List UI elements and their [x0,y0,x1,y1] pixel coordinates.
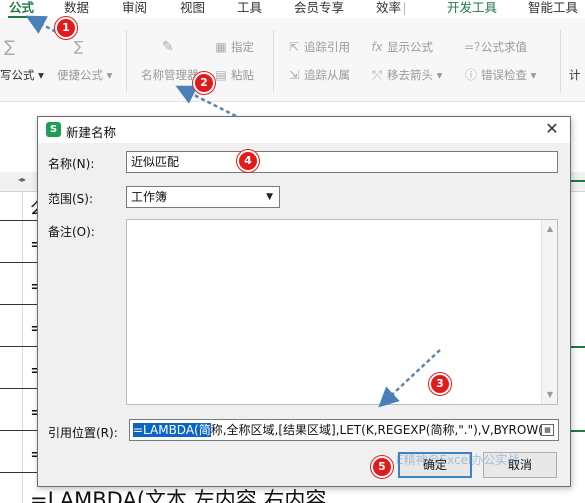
insert-formula-label: 写公式 [0,68,35,82]
comment-scrollbar[interactable]: ▲ ▼ [541,220,557,404]
tab-developer[interactable]: 开发工具 [447,0,497,16]
paste-button[interactable]: ▤ 粘贴 [214,68,254,82]
tab-member[interactable]: 会员专享 [294,0,344,16]
tab-review[interactable]: 审阅 [122,0,147,16]
refers-to-selected-text: =LAMBDA(简 [133,423,211,437]
paste-icon: ▤ [215,68,227,82]
row-border [0,472,40,473]
scroll-arrows-icon: ◂▸ [18,175,27,184]
row-border [0,346,40,347]
column-gridline [22,192,23,503]
show-formulas-label: 显示公式 [387,40,433,54]
scroll-down-icon[interactable]: ▼ [542,388,558,402]
step-marker-3: 3 [429,373,451,395]
trace-precedents-button[interactable]: ⇱ 追踪引用 [287,40,350,54]
wps-app-icon: S [46,122,61,137]
quick-formula-icon: ∑ [74,39,84,55]
ribbon-tabs: 公式 数据 审阅 视图 工具 会员专享 效率 开发工具 智能工具 [0,0,585,18]
dialog-titlebar[interactable]: S 新建名称 ✕ [38,117,570,143]
step-marker-5: 5 [371,456,393,478]
refers-to-text: 称,全称区域,[结果区域],LET(K,REGEXP(简称,"."),V,BYR… [210,423,554,437]
row-border [0,220,40,221]
tab-divider [404,2,405,15]
step-marker-4: 4 [237,150,259,172]
trace-icon: ⇱ [288,40,300,54]
show-formulas-button[interactable]: fx 显示公式 [370,40,433,54]
ribbon-toolbar: ∑ ∑ 写公式 ▾ 便捷公式 ▾ ✎ 名称管理器 ▦ 指定 ▤ 粘贴 ⇱ 追踪引用 ⇲… [0,18,585,102]
dialog-title: 新建名称 [66,125,117,140]
close-icon[interactable]: ✕ [542,119,562,139]
row-border [0,430,40,431]
scope-label: 范围(S): [48,192,94,206]
comment-textarea[interactable]: ▲ ▼ [126,219,558,405]
new-name-dialog: S 新建名称 ✕ 名称(N): 近似匹配 范围(S): 工作簿 ▼ 备注(O):… [37,116,571,487]
watermark: E精神@Excel办公实战 [396,453,520,467]
dropdown-arrow-icon: ▼ [266,192,273,202]
evaluate-icon: =? [464,40,481,54]
tab-data[interactable]: 数据 [64,0,89,16]
name-label: 名称(N): [48,157,95,171]
trace-dependents-icon: ⇲ [288,68,300,82]
scroll-up-icon[interactable]: ▲ [542,222,558,236]
refers-to-input[interactable]: =LAMBDA(简称,全称区域,[结果区域],LET(K,REGEXP(简称,"… [129,419,559,441]
trace-dependents-label: 追踪从属 [304,68,350,82]
tab-formula[interactable]: 公式 [9,0,34,16]
calc-button[interactable]: 计 [569,68,581,82]
row-border [0,304,40,305]
evaluate-formula-button[interactable]: =?公式求值 [464,40,527,54]
scope-value: 工作簿 [131,190,168,204]
tab-view[interactable]: 视图 [180,0,205,16]
ribbon-divider [560,30,561,92]
step-marker-1: 1 [55,17,77,39]
trace-dependents-button[interactable]: ⇲ 追踪从属 [287,68,350,82]
quick-formula-label: 便捷公式 [57,68,103,82]
ribbon-divider [126,30,127,92]
row-border [0,262,40,263]
sigma-icon: ∑ [4,37,15,56]
trace-precedents-label: 追踪引用 [304,40,350,54]
tab-tools[interactable]: 工具 [237,0,262,16]
app-window: 公式 数据 审阅 视图 工具 会员专享 效率 开发工具 智能工具 ∑ ∑ 写公式… [0,0,585,503]
assign-button[interactable]: ▦ 指定 [214,40,254,54]
remove-arrows-button[interactable]: ⤲ 移去箭头 ▾ [370,68,442,82]
quick-formula-button[interactable]: 便捷公式 ▾ [57,68,112,82]
error-check-icon: ⓘ [464,68,477,82]
assign-label: 指定 [231,40,254,54]
refers-to-label: 引用位置(R): [48,426,118,440]
paste-label: 粘贴 [231,68,254,82]
tab-efficiency[interactable]: 效率 [376,0,401,16]
range-picker-icon[interactable]: ▦ [541,424,554,436]
tab-smart-tools[interactable]: 智能工具 [528,0,578,16]
name-input[interactable]: 近似匹配 [126,151,558,173]
error-check-button[interactable]: ⓘ 错误检查 ▾ [464,68,536,82]
name-manager-button[interactable]: 名称管理器 [141,68,199,82]
ribbon-divider [273,30,274,92]
comment-label: 备注(O): [48,225,95,239]
evaluate-formula-label: 公式求值 [481,40,527,54]
fx-icon: fx [371,40,383,54]
remove-arrows-label: 移去箭头 [387,68,433,82]
name-manager-icon: ✎ [162,39,174,55]
error-check-label: 错误检查 [481,68,527,82]
insert-formula-button[interactable]: 写公式 ▾ [0,68,44,82]
grid-icon: ▦ [215,40,227,54]
step-marker-2: 2 [193,72,215,94]
remove-arrows-icon: ⤲ [372,68,382,82]
scope-select[interactable]: 工作簿 ▼ [126,186,280,208]
row-border [0,388,40,389]
